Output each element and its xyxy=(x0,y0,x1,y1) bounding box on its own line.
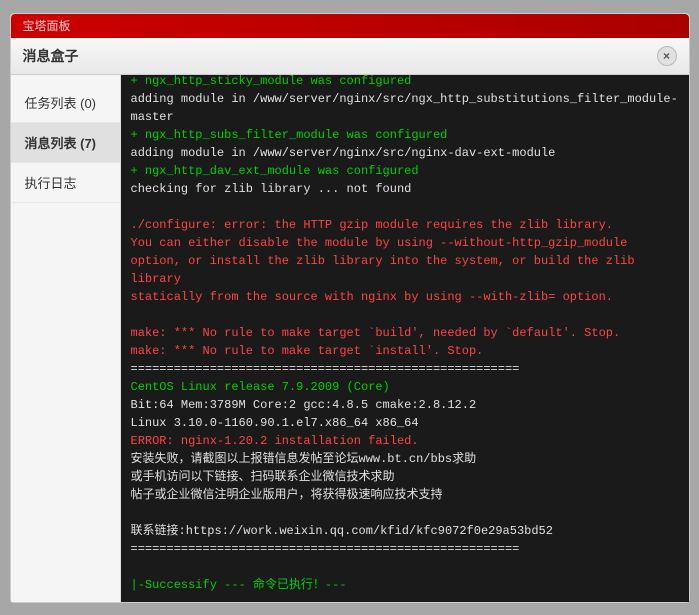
terminal-line: library xyxy=(131,270,679,288)
terminal-line: ERROR: nginx-1.20.2 installation failed. xyxy=(131,432,679,450)
terminal-line xyxy=(131,306,679,324)
dialog-header: 消息盒子 × xyxy=(11,38,689,75)
terminal-line: 安装失败，请截图以上报错信息发帖至论坛www.bt.cn/bbs求助 xyxy=(131,450,679,468)
terminal-line: option, or install the zlib library into… xyxy=(131,252,679,270)
message-dialog: 宝塔面板 消息盒子 × 任务列表 (0) 消息列表 (7) 执行日志 + ngx… xyxy=(10,13,690,603)
terminal-line: make: *** No rule to make target `instal… xyxy=(131,342,679,360)
sidebar-item-task-list[interactable]: 任务列表 (0) xyxy=(11,83,120,123)
terminal-line: 帖子或企业微信注明企业版用户，将获得极速响应技术支持 xyxy=(131,486,679,504)
terminal-line xyxy=(131,198,679,216)
main-content: + ngx_http_sticky_module was configureda… xyxy=(121,75,689,602)
terminal-output[interactable]: + ngx_http_sticky_module was configureda… xyxy=(121,75,689,602)
terminal-line: + ngx_http_dav_ext_module was configured xyxy=(131,162,679,180)
terminal-line: Bit:64 Mem:3789M Core:2 gcc:4.8.5 cmake:… xyxy=(131,396,679,414)
dialog-title: 消息盒子 xyxy=(23,46,79,66)
terminal-line: You can either disable the module by usi… xyxy=(131,234,679,252)
sidebar: 任务列表 (0) 消息列表 (7) 执行日志 xyxy=(11,75,121,602)
terminal-line: Linux 3.10.0-1160.90.1.el7.x86_64 x86_64 xyxy=(131,414,679,432)
brand-bar: 宝塔面板 xyxy=(11,14,689,38)
terminal-line: ./configure: error: the HTTP gzip module… xyxy=(131,216,679,234)
terminal-line xyxy=(131,558,679,576)
brand-text: 宝塔面板 xyxy=(23,17,71,34)
terminal-line: adding module in /www/server/nginx/src/n… xyxy=(131,90,679,126)
terminal-line: + ngx_http_sticky_module was configured xyxy=(131,75,679,90)
terminal-line: checking for zlib library ... not found xyxy=(131,180,679,198)
terminal-line: 联系链接:https://work.weixin.qq.com/kfid/kfc… xyxy=(131,522,679,540)
close-button[interactable]: × xyxy=(657,46,677,66)
terminal-line: make: *** No rule to make target `build'… xyxy=(131,324,679,342)
terminal-line: + ngx_http_subs_filter_module was config… xyxy=(131,126,679,144)
sidebar-item-exec-log[interactable]: 执行日志 xyxy=(11,163,120,203)
sidebar-item-message-list[interactable]: 消息列表 (7) xyxy=(11,123,120,163)
terminal-line: adding module in /www/server/nginx/src/n… xyxy=(131,144,679,162)
dialog-overlay: 宝塔面板 消息盒子 × 任务列表 (0) 消息列表 (7) 执行日志 + ngx… xyxy=(0,0,699,615)
terminal-line xyxy=(131,504,679,522)
terminal-line: |-Successify --- 命令已执行！--- xyxy=(131,576,679,594)
terminal-line: ========================================… xyxy=(131,360,679,378)
terminal-line: CentOS Linux release 7.9.2009 (Core) xyxy=(131,378,679,396)
terminal-line: ========================================… xyxy=(131,540,679,558)
terminal-line: statically from the source with nginx by… xyxy=(131,288,679,306)
terminal-line: 或手机访问以下链接、扫码联系企业微信技术求助 xyxy=(131,468,679,486)
dialog-body: 任务列表 (0) 消息列表 (7) 执行日志 + ngx_http_sticky… xyxy=(11,75,689,602)
